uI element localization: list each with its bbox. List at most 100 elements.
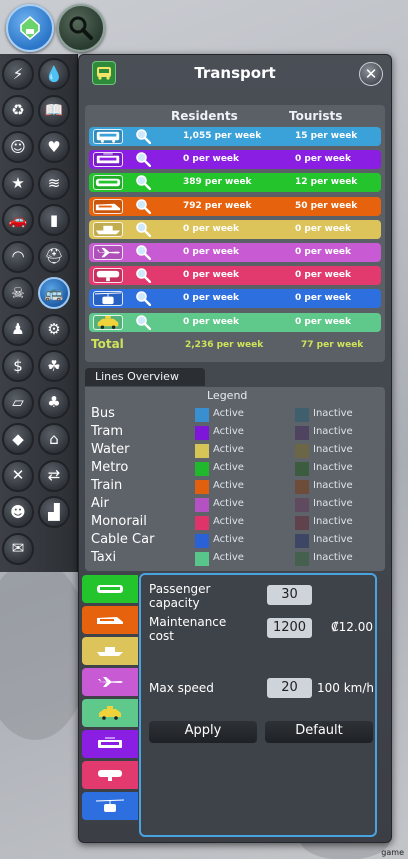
- sidebar-button-wind[interactable]: ≋: [38, 167, 70, 200]
- sidebar-button-traffic[interactable]: 🚗: [2, 204, 34, 236]
- inactive-label: Inactive: [313, 444, 353, 455]
- tram-icon: [95, 736, 125, 752]
- fire-icon: ▮: [49, 210, 59, 229]
- sidebar-button-noise[interactable]: ◠: [2, 240, 34, 273]
- default-button[interactable]: Default: [265, 721, 373, 743]
- active-swatch: [195, 534, 209, 548]
- residents-value: 0 per week: [183, 223, 240, 234]
- inactive-swatch: [295, 516, 309, 530]
- vehicle-tab-train[interactable]: [82, 606, 138, 634]
- sidebar-button-maintenance[interactable]: ✕: [2, 459, 34, 492]
- map-pin-icon: [20, 15, 40, 41]
- airplane-icon: [95, 674, 125, 690]
- sidebar-button-happiness[interactable]: ☺: [2, 131, 34, 163]
- happiness-icon: ☺: [10, 137, 26, 156]
- transport-row-metro: 389 per week 12 per week: [89, 173, 381, 193]
- routes-icon: ⇄: [47, 466, 61, 484]
- sidebar-button-park[interactable]: ♣: [38, 386, 70, 419]
- sidebar-button-mail[interactable]: ✉: [2, 532, 34, 565]
- vehicle-tab-monorail[interactable]: [82, 761, 138, 789]
- vehicle-details-panel: Passenger capacity 30 Maintenance cost 1…: [139, 573, 377, 837]
- legend-mode-name: Cable Car: [91, 532, 155, 547]
- show-lines-magnifier-icon[interactable]: [135, 198, 151, 214]
- legend-mode-name: Monorail: [91, 514, 147, 529]
- sidebar-button-routes[interactable]: ⇄: [38, 459, 70, 492]
- passenger-capacity-field[interactable]: 30: [267, 585, 312, 605]
- sidebar-button-health[interactable]: ♥: [38, 131, 70, 163]
- sidebar-button-road[interactable]: ▱: [2, 386, 34, 419]
- zoning-tool-button[interactable]: [6, 4, 54, 52]
- sidebar-button-garbage[interactable]: ♻: [2, 94, 34, 127]
- sidebar-button-crime[interactable]: ☠: [2, 277, 34, 309]
- vehicle-tab-metro[interactable]: [82, 575, 138, 603]
- active-label: Active: [213, 444, 244, 455]
- sidebar-button-population[interactable]: ♟: [2, 313, 34, 346]
- sidebar-button-factory[interactable]: ▟: [38, 496, 70, 528]
- mail-icon: ✉: [11, 539, 25, 557]
- inactive-swatch: [295, 552, 309, 566]
- population-icon: ♟: [11, 320, 25, 338]
- tourists-value: 0 per week: [295, 154, 352, 165]
- legend-mode-name: Train: [91, 478, 123, 493]
- vehicle-tab-ship[interactable]: [82, 637, 138, 665]
- sidebar-button-landmark[interactable]: ★: [2, 167, 34, 200]
- traffic-icon: 🚗: [8, 210, 28, 229]
- show-lines-magnifier-icon[interactable]: [135, 174, 151, 191]
- vehicle-tab-taxi[interactable]: [82, 699, 138, 727]
- sidebar-button-natural-resources[interactable]: ☘: [38, 350, 70, 382]
- show-lines-magnifier-icon[interactable]: [135, 151, 151, 168]
- residents-value: 0 per week: [183, 247, 240, 257]
- show-lines-magnifier-icon[interactable]: [135, 221, 151, 237]
- metro-icon: [93, 175, 123, 191]
- residents-value: 0 per week: [183, 154, 240, 165]
- tourists-value: 0 per week: [295, 270, 352, 281]
- vehicle-tab-airplane[interactable]: [82, 668, 138, 696]
- info-search-button[interactable]: [57, 4, 105, 52]
- sidebar-button-transport[interactable]: 🚌: [38, 277, 70, 309]
- sidebar-button-tourism[interactable]: ☻: [2, 496, 34, 528]
- sidebar-button-fire[interactable]: ▮: [38, 204, 70, 236]
- sidebar-button-economy[interactable]: $: [2, 350, 34, 382]
- show-lines-magnifier-icon[interactable]: [135, 314, 151, 330]
- apply-button[interactable]: Apply: [149, 721, 257, 743]
- show-lines-magnifier-icon[interactable]: [135, 267, 151, 284]
- legend-row-monorail: Monorail Active Inactive: [85, 513, 385, 531]
- vehicle-tab-tram[interactable]: [82, 730, 138, 758]
- legend-mode-name: Metro: [91, 460, 129, 475]
- ship-icon: [95, 643, 125, 659]
- sidebar-button-land-value[interactable]: ◆: [2, 423, 34, 455]
- max-speed-field[interactable]: 20: [267, 678, 312, 698]
- health-icon: ♥: [47, 137, 61, 156]
- sidebar-button-police[interactable]: ⛑: [38, 240, 70, 273]
- residents-value: 0 per week: [183, 316, 240, 327]
- sidebar-button-electricity[interactable]: ⚡: [2, 58, 34, 90]
- noise-icon: ◠: [11, 247, 25, 265]
- residents-value: 1,055 per week: [183, 131, 262, 141]
- train-icon: [95, 612, 125, 628]
- natural-resources-icon: ☘: [47, 356, 61, 375]
- legend-row-train: Train Active Inactive: [85, 477, 385, 495]
- water-drop-icon: 💧: [44, 64, 64, 83]
- sidebar-button-water-drop[interactable]: 💧: [38, 58, 70, 90]
- tourists-value: 0 per week: [295, 223, 352, 234]
- transport-row-cable-car: 0 per week 0 per week: [89, 289, 381, 309]
- active-label: Active: [213, 552, 244, 563]
- panel-titlebar[interactable]: Transport ✕: [79, 55, 391, 93]
- sidebar-button-education[interactable]: 📖: [38, 94, 70, 127]
- sidebar-button-heating[interactable]: ⌂: [38, 423, 70, 455]
- wind-icon: ≋: [47, 174, 61, 192]
- show-lines-magnifier-icon[interactable]: [135, 244, 151, 260]
- maintenance-cost-field[interactable]: 1200: [267, 618, 312, 638]
- active-label: Active: [213, 480, 244, 491]
- show-lines-magnifier-icon[interactable]: [135, 128, 151, 144]
- metro-icon: [95, 581, 125, 597]
- show-lines-magnifier-icon[interactable]: [135, 290, 151, 307]
- residents-value: 0 per week: [183, 293, 240, 304]
- max-speed-label: Max speed: [149, 681, 214, 695]
- lines-overview-tab[interactable]: Lines Overview: [85, 368, 205, 386]
- vehicle-tab-cable-car[interactable]: [82, 792, 138, 820]
- residents-value: 792 per week: [183, 200, 252, 211]
- sidebar-button-industry[interactable]: ⚙: [38, 313, 70, 346]
- close-button[interactable]: ✕: [359, 62, 383, 86]
- transport-row-air: 0 per week 0 per week: [89, 243, 381, 262]
